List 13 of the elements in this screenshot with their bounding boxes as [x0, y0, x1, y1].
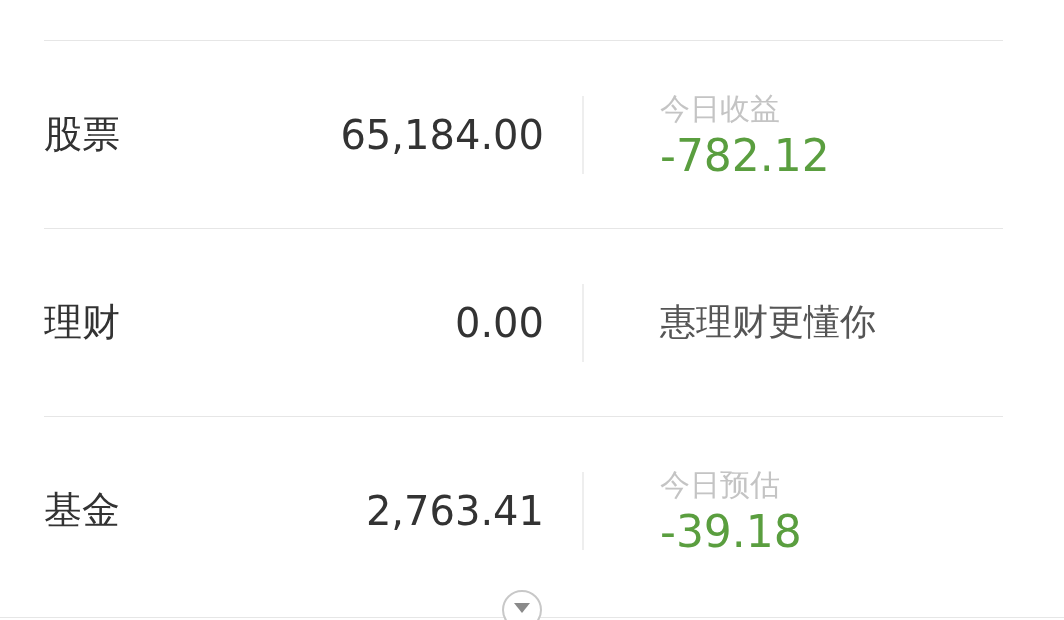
- change-value: -782.12: [660, 129, 830, 181]
- expand-button[interactable]: [502, 590, 542, 620]
- caret-icon: [513, 602, 531, 614]
- asset-amount: 65,184.00: [339, 111, 544, 158]
- promo-link[interactable]: 惠理财更懂你: [660, 298, 876, 347]
- caption-label: 今日预估: [660, 465, 781, 504]
- caption-label: 今日收益: [660, 89, 781, 128]
- asset-label: 基金: [44, 487, 121, 534]
- asset-amount: 0.00: [453, 299, 544, 346]
- asset-label: 理财: [44, 299, 121, 346]
- asset-label: 股票: [44, 111, 121, 158]
- asset-amount: 2,763.41: [364, 487, 544, 534]
- change-value: -39.18: [660, 505, 802, 557]
